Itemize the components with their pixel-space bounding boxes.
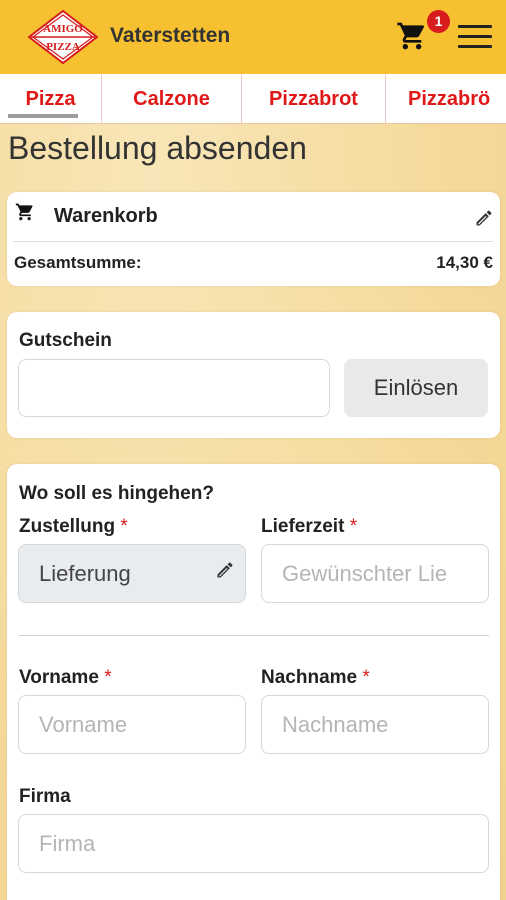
- cart-small-icon: [15, 203, 33, 221]
- edit-cart-pencil-icon[interactable]: [474, 208, 494, 228]
- voucher-input[interactable]: [18, 359, 330, 417]
- form-divider: [19, 635, 489, 636]
- page-title: Bestellung absenden: [8, 130, 307, 166]
- voucher-label: Gutschein: [19, 330, 112, 351]
- lieferzeit-field[interactable]: Gewünschter Lie: [261, 544, 489, 603]
- cart-icon[interactable]: [396, 20, 428, 52]
- cart-divider: [13, 241, 493, 242]
- zustellung-value: Lieferung: [39, 560, 131, 586]
- zustellung-field[interactable]: Lieferung: [18, 544, 246, 603]
- total-label: Gesamtsumme:: [14, 253, 142, 272]
- city-name: Vaterstetten: [110, 24, 231, 47]
- firma-label: Firma: [19, 786, 71, 807]
- logo-text-bottom: PIZZA: [46, 41, 80, 53]
- firma-field[interactable]: Firma: [18, 814, 489, 873]
- voucher-card: Gutschein Einlösen: [7, 312, 500, 438]
- logo-text-top: AMIGO: [43, 23, 83, 35]
- lieferzeit-label: Lieferzeit *: [261, 516, 358, 537]
- tab-calzone[interactable]: Calzone: [102, 74, 242, 123]
- nachname-field[interactable]: Nachname: [261, 695, 489, 754]
- tab-pizzabroetchen[interactable]: Pizzabrö: [386, 74, 506, 123]
- active-tab-indicator: [8, 114, 78, 118]
- amigo-pizza-logo[interactable]: AMIGO PIZZA: [28, 10, 98, 64]
- total-value: 14,30 €: [436, 253, 493, 272]
- redeem-voucher-button[interactable]: Einlösen: [344, 359, 488, 417]
- app-header: AMIGO PIZZA Vaterstetten 1: [0, 0, 506, 74]
- delivery-heading: Wo soll es hingehen?: [19, 483, 214, 504]
- vorname-field[interactable]: Vorname: [18, 695, 246, 754]
- delivery-form-card: Wo soll es hingehen? Zustellung * Liefer…: [7, 464, 500, 900]
- tab-pizzabrot[interactable]: Pizzabrot: [242, 74, 386, 123]
- cart-title: Warenkorb: [54, 205, 158, 227]
- nachname-label: Nachname *: [261, 667, 370, 688]
- edit-zustellung-pencil-icon[interactable]: [215, 560, 235, 580]
- vorname-label: Vorname *: [19, 667, 112, 688]
- hamburger-menu-icon[interactable]: [458, 25, 492, 49]
- zustellung-label: Zustellung *: [19, 516, 128, 537]
- cart-summary-card: Warenkorb Gesamtsumme: 14,30 €: [7, 192, 500, 286]
- cart-count-badge: 1: [427, 10, 450, 33]
